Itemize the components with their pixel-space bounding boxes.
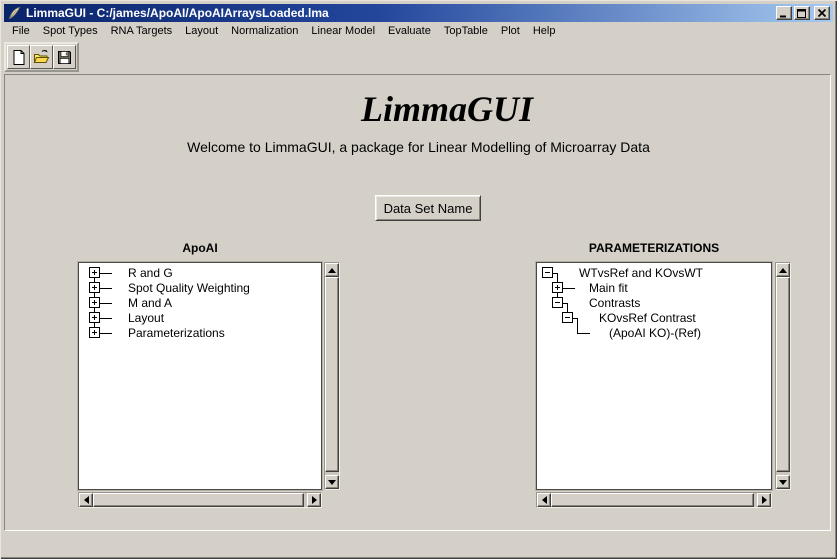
- menu-item-normalization[interactable]: Normalization: [231, 22, 298, 41]
- tree-connector-line: [100, 273, 112, 274]
- window-title: LimmaGUI - C:/james/ApoAI/ApoAIArraysLoa…: [26, 4, 776, 22]
- titlebar[interactable]: LimmaGUI - C:/james/ApoAI/ApoAIArraysLoa…: [4, 4, 833, 22]
- scroll-up-button[interactable]: [776, 263, 790, 277]
- welcome-text: Welcome to LimmaGUI, a package for Linea…: [0, 139, 837, 155]
- save-icon: [56, 49, 73, 66]
- scroll-right-button[interactable]: [757, 493, 771, 507]
- toolbar: [4, 42, 79, 72]
- tree-connector-line: [563, 288, 575, 289]
- tree-connector-line: [100, 288, 112, 289]
- new-file-button[interactable]: [7, 45, 30, 69]
- expand-toggle[interactable]: [89, 327, 100, 338]
- tk-feather-icon: [7, 6, 22, 20]
- collapse-toggle[interactable]: [562, 312, 573, 323]
- menu-item-linear-model[interactable]: Linear Model: [311, 22, 375, 41]
- tree-connector-line: [553, 273, 558, 274]
- new-file-icon: [10, 49, 27, 66]
- window-controls: [776, 6, 830, 20]
- menu-item-help[interactable]: Help: [533, 22, 556, 41]
- triangle-left-icon: [542, 496, 547, 504]
- tree-connector-line: [577, 333, 590, 334]
- tree-connector-line: [100, 333, 112, 334]
- expand-toggle[interactable]: [89, 282, 100, 293]
- apoai-tree-header: ApoAI: [78, 241, 322, 255]
- expand-toggle[interactable]: [89, 312, 100, 323]
- triangle-right-icon: [762, 496, 767, 504]
- tree-item-layout[interactable]: Layout: [128, 311, 164, 326]
- scroll-left-button[interactable]: [537, 493, 551, 507]
- parameterizations-tree: WTvsRef and KOvsWT Main fit Contrasts KO…: [536, 262, 772, 490]
- tree-connector-line: [577, 318, 578, 334]
- tree-item-contrasts[interactable]: Contrasts: [589, 296, 640, 311]
- parameterizations-tree-vscrollbar[interactable]: [775, 262, 791, 490]
- triangle-up-icon: [779, 268, 787, 273]
- tree-item-r-and-g[interactable]: R and G: [128, 266, 173, 281]
- tree-item-m-and-a[interactable]: M and A: [128, 296, 172, 311]
- parameterizations-tree-hscrollbar[interactable]: [536, 492, 772, 508]
- tree-item-main-fit[interactable]: Main fit: [589, 281, 628, 296]
- menu-item-layout[interactable]: Layout: [185, 22, 218, 41]
- close-button[interactable]: [814, 6, 830, 20]
- maximize-button[interactable]: [794, 6, 810, 20]
- scrollbar-thumb[interactable]: [325, 277, 339, 472]
- open-folder-icon: [33, 49, 50, 66]
- tree-item-parameterizations[interactable]: Parameterizations: [128, 326, 225, 341]
- menu-item-rna-targets[interactable]: RNA Targets: [111, 22, 173, 41]
- parameterizations-tree-header: PARAMETERIZATIONS: [536, 241, 772, 255]
- scrollbar-thumb[interactable]: [776, 277, 790, 472]
- scrollbar-thumb[interactable]: [93, 493, 304, 507]
- tree-connector-line: [100, 318, 112, 319]
- collapse-toggle[interactable]: [542, 267, 553, 278]
- app-window: LimmaGUI - C:/james/ApoAI/ApoAIArraysLoa…: [0, 0, 837, 559]
- menu-item-evaluate[interactable]: Evaluate: [388, 22, 431, 41]
- data-set-name-button[interactable]: Data Set Name: [375, 195, 481, 221]
- triangle-up-icon: [328, 268, 336, 273]
- scroll-left-button[interactable]: [79, 493, 93, 507]
- open-file-button[interactable]: [30, 45, 53, 69]
- expand-toggle[interactable]: [89, 297, 100, 308]
- expand-toggle[interactable]: [552, 282, 563, 293]
- scroll-right-button[interactable]: [307, 493, 321, 507]
- triangle-left-icon: [84, 496, 89, 504]
- tree-item-wtvsref-and-kovswt[interactable]: WTvsRef and KOvsWT: [579, 266, 703, 281]
- triangle-down-icon: [328, 480, 336, 485]
- tree-item-kovsref-contrast[interactable]: KOvsRef Contrast: [599, 311, 696, 326]
- menu-bar: File Spot Types RNA Targets Layout Norma…: [4, 22, 833, 41]
- close-icon: [817, 9, 827, 18]
- menu-item-file[interactable]: File: [12, 22, 30, 41]
- apoai-tree: R and G Spot Quality Weighting M and A L…: [78, 262, 322, 490]
- minimize-icon: [779, 9, 789, 18]
- scroll-down-button[interactable]: [325, 475, 339, 489]
- tree-connector-line: [100, 303, 112, 304]
- menu-item-spot-types[interactable]: Spot Types: [43, 22, 98, 41]
- scrollbar-thumb[interactable]: [551, 493, 754, 507]
- tree-connector-line: [573, 318, 578, 319]
- triangle-down-icon: [779, 480, 787, 485]
- triangle-right-icon: [312, 496, 317, 504]
- apoai-tree-hscrollbar[interactable]: [78, 492, 322, 508]
- tree-item-spot-quality-weighting[interactable]: Spot Quality Weighting: [128, 281, 250, 296]
- tree-item-apoai-ko-ref[interactable]: (ApoAI KO)-(Ref): [609, 326, 701, 341]
- scroll-up-button[interactable]: [325, 263, 339, 277]
- app-title-heading: LimmaGUI: [361, 88, 533, 130]
- maximize-icon: [797, 9, 807, 18]
- expand-toggle[interactable]: [89, 267, 100, 278]
- minimize-button[interactable]: [776, 6, 792, 20]
- scroll-down-button[interactable]: [776, 475, 790, 489]
- apoai-tree-vscrollbar[interactable]: [324, 262, 340, 490]
- tree-connector-line: [563, 303, 568, 304]
- collapse-toggle[interactable]: [552, 297, 563, 308]
- menu-item-plot[interactable]: Plot: [501, 22, 520, 41]
- menu-item-toptable[interactable]: TopTable: [444, 22, 488, 41]
- save-button[interactable]: [53, 45, 76, 69]
